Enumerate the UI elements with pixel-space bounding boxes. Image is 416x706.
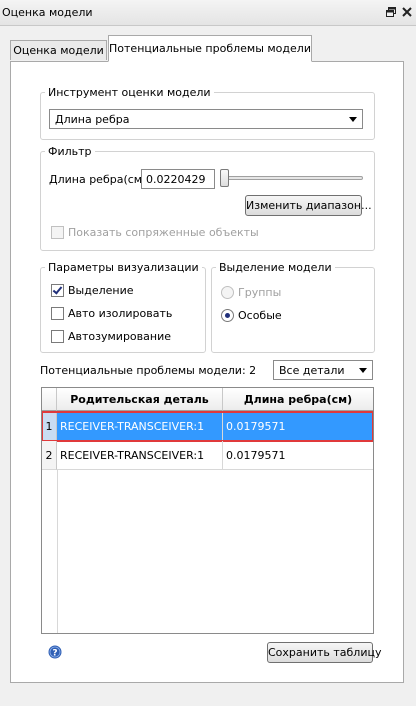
column-header-label: Родительская деталь [70,393,209,406]
highlight-label: Выделение [68,284,134,297]
close-icon[interactable] [401,6,413,18]
issues-count-label: Потенциальные проблемы модели: 2 [40,364,257,377]
tool-select-value: Длина ребра [55,113,130,126]
chevron-down-icon [349,117,357,122]
check-icon [52,284,63,295]
question-circle-icon[interactable]: ? [48,645,62,659]
svg-text:?: ? [52,649,57,659]
model-selection-group [211,267,375,353]
cell-parent-part[interactable]: RECEIVER-TRANSCEIVER:1 [57,412,223,441]
save-table-button[interactable]: Сохранить таблицу [267,642,381,663]
edge-length-label: Длина ребра(см) [49,173,147,186]
row-number[interactable]: 2 [42,441,57,470]
groups-radio[interactable] [221,286,234,299]
edge-length-slider-thumb[interactable] [220,169,229,187]
cell-edge-length[interactable]: 0.0179571 [223,412,373,441]
show-related-checkbox[interactable] [51,226,64,239]
filter-group-label: Фильтр [45,145,95,158]
issues-filter-select[interactable]: Все детали [273,360,373,380]
groups-radio-label: Группы [238,286,282,299]
tab-potential-issues[interactable]: Потенциальные проблемы модели [108,35,312,62]
visual-params-label: Параметры визуализации [45,261,202,274]
model-selection-label: Выделение модели [216,261,335,274]
tab-model-evaluation[interactable]: Оценка модели [10,40,107,60]
auto-zoom-checkbox[interactable] [51,330,64,343]
tab-panel: Инструмент оценки модели Длина ребра Фил… [10,61,404,683]
column-header-parent-part[interactable]: Родительская деталь [57,388,223,411]
save-table-label: Сохранить таблицу [268,646,382,659]
restore-icon[interactable] [385,6,397,18]
row-number[interactable]: 1 [42,412,57,441]
special-radio-label: Особые [238,309,282,322]
cell-edge-length[interactable]: 0.0179571 [223,441,373,470]
show-related-label: Показать сопряженные объекты [68,226,259,239]
chevron-down-icon [359,368,367,373]
highlight-checkbox[interactable] [51,284,64,297]
auto-isolate-label: Авто изолировать [68,307,173,320]
auto-isolate-checkbox[interactable] [51,307,64,320]
column-header-label: Длина ребра(см) [243,393,353,406]
radio-dot [225,313,230,318]
column-header-edge-length[interactable]: Длина ребра(см) [223,388,373,411]
tool-select[interactable]: Длина ребра [49,109,363,129]
tab-label: Оценка модели [13,44,104,57]
special-radio[interactable] [221,309,234,322]
issues-table: Родительская деталь Длина ребра(см) 1 RE… [41,387,374,634]
cell-parent-part[interactable]: RECEIVER-TRANSCEIVER:1 [57,441,223,470]
column-divider [57,470,58,633]
edge-length-input[interactable]: 0.0220429 [141,169,215,189]
issues-filter-value: Все детали [279,364,345,377]
row-header-corner [42,388,57,411]
edge-length-value: 0.0220429 [146,173,206,186]
tool-group-label: Инструмент оценки модели [45,86,214,99]
change-range-button[interactable]: Изменить диапазон... [245,195,372,216]
panel-title: Оценка модели [2,6,93,19]
edge-length-slider-track[interactable] [220,176,363,180]
panel-title-bar: Оценка модели [0,0,416,26]
tab-label: Потенциальные проблемы модели [109,42,311,55]
auto-zoom-label: Автозумирование [68,330,171,343]
change-range-label: Изменить диапазон... [246,199,372,212]
